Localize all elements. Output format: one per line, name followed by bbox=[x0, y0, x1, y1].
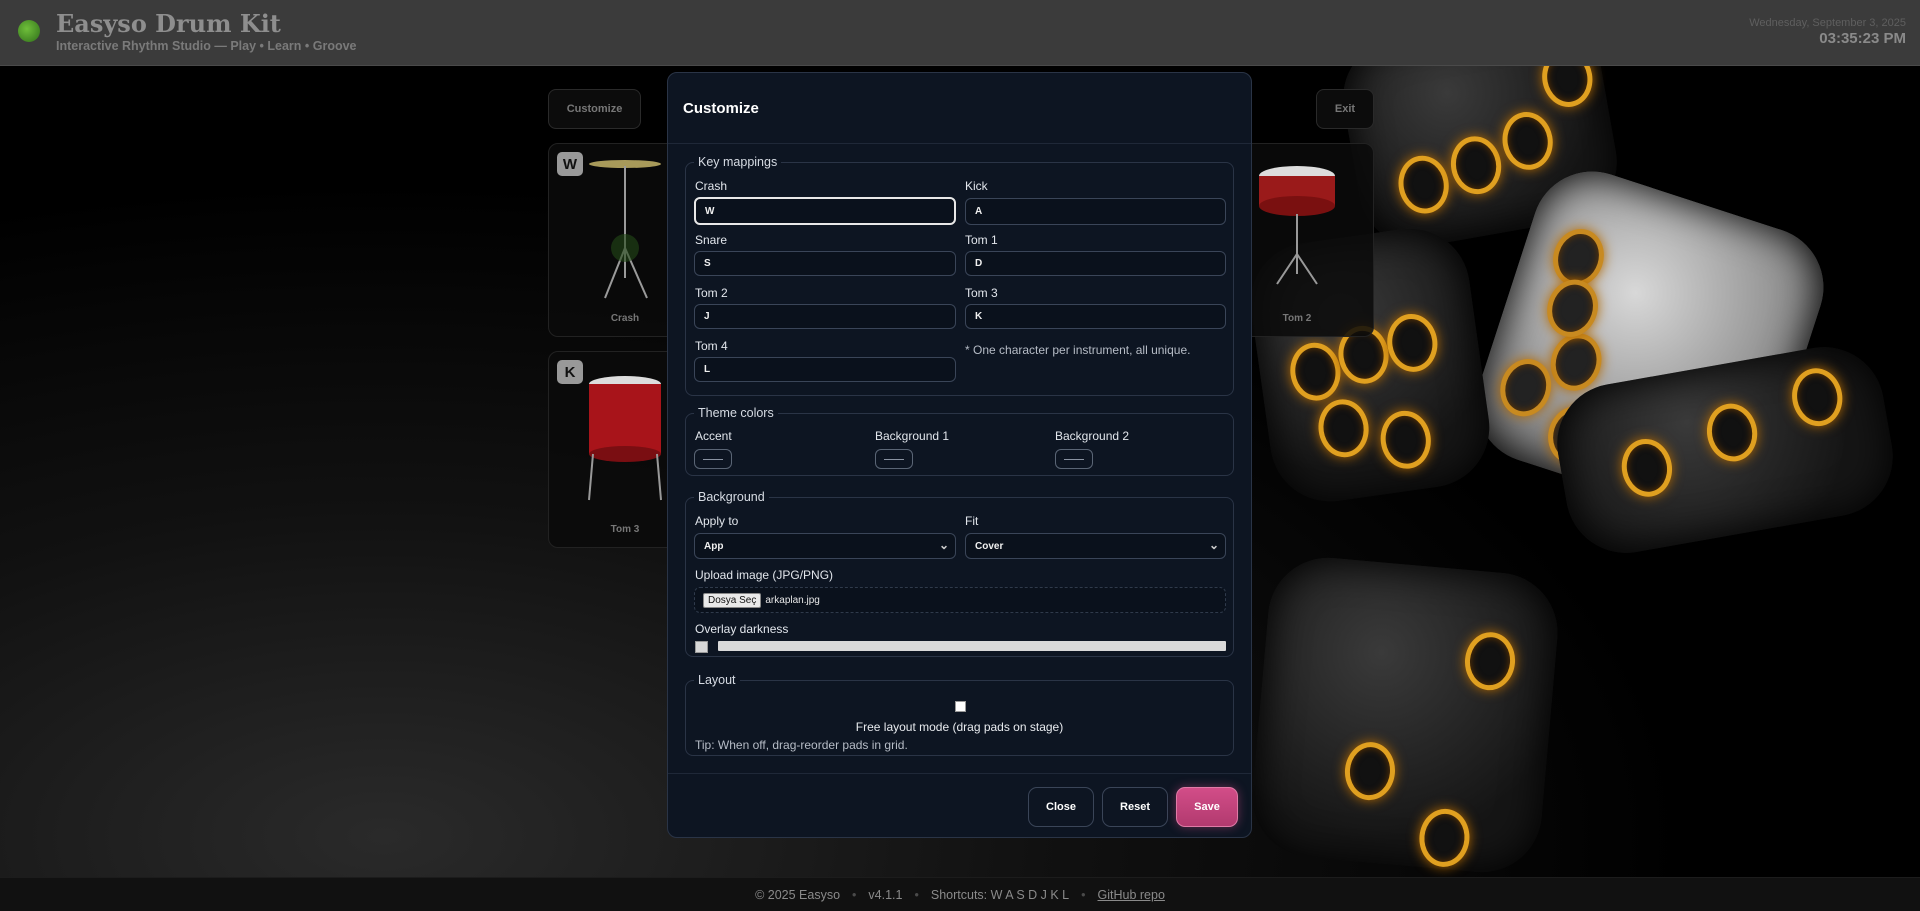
app-header: Easyso Drum Kit Interactive Rhythm Studi… bbox=[0, 0, 1920, 66]
copyright-text: © 2025 Easyso bbox=[755, 887, 841, 902]
crash-key-input[interactable]: W bbox=[694, 197, 956, 225]
layout-tip: Tip: When off, drag-reorder pads in grid… bbox=[695, 738, 908, 752]
background-2-color-picker[interactable] bbox=[1055, 449, 1093, 469]
separator-dot: • bbox=[852, 887, 857, 902]
label-tom3: Tom 3 bbox=[965, 286, 998, 300]
label-upload-image: Upload image (JPG/PNG) bbox=[695, 568, 834, 582]
group-legend: Key mappings bbox=[698, 155, 778, 169]
file-name: arkaplan.jpg bbox=[765, 594, 820, 606]
customize-modal: Customize Key mappings Crash W Kick A Sn… bbox=[667, 72, 1252, 838]
label-accent: Accent bbox=[695, 429, 732, 443]
apply-to-value: App bbox=[704, 540, 724, 552]
key-mapping-note: * One character per instrument, all uniq… bbox=[965, 343, 1191, 357]
group-legend: Background bbox=[698, 490, 765, 504]
save-button[interactable]: Save bbox=[1176, 787, 1238, 827]
tom4-key-input[interactable]: L bbox=[694, 357, 956, 382]
reset-button[interactable]: Reset bbox=[1102, 787, 1168, 827]
close-button[interactable]: Close bbox=[1028, 787, 1094, 827]
separator-dot: • bbox=[1081, 887, 1086, 902]
github-repo-link[interactable]: GitHub repo bbox=[1098, 888, 1165, 902]
app-title: Easyso Drum Kit bbox=[56, 9, 281, 38]
version-text: v4.1.1 bbox=[868, 887, 903, 902]
exit-button[interactable]: Exit bbox=[1316, 89, 1374, 129]
fit-select[interactable]: Cover ⌄ bbox=[965, 533, 1226, 559]
clock-display: 03:35:23 PM bbox=[1819, 30, 1906, 47]
app-footer: © 2025 Easyso • v4.1.1 • Shortcuts: W A … bbox=[0, 877, 1920, 911]
label-overlay-darkness: Overlay darkness bbox=[695, 622, 789, 636]
overlay-darkness-slider-thumb[interactable] bbox=[695, 641, 708, 653]
label-background-2: Background 2 bbox=[1055, 429, 1130, 443]
chevron-down-icon: ⌄ bbox=[1208, 538, 1219, 552]
label-tom1: Tom 1 bbox=[965, 233, 998, 247]
free-layout-label: Free layout mode (drag pads on stage) bbox=[855, 720, 1064, 734]
label-tom4: Tom 4 bbox=[695, 339, 728, 353]
group-legend: Theme colors bbox=[698, 406, 774, 420]
drum-logo-icon bbox=[18, 20, 40, 42]
background-1-color-picker[interactable] bbox=[875, 449, 913, 469]
group-legend: Layout bbox=[698, 673, 736, 687]
tom2-key-input[interactable]: J bbox=[694, 304, 956, 329]
label-crash: Crash bbox=[695, 179, 728, 193]
label-apply-to: Apply to bbox=[695, 514, 739, 528]
accent-color-picker[interactable] bbox=[694, 449, 732, 469]
chevron-down-icon: ⌄ bbox=[938, 538, 949, 552]
separator-dot: • bbox=[914, 887, 919, 902]
divider bbox=[668, 143, 1251, 144]
label-kick: Kick bbox=[965, 179, 988, 193]
theme-colors-group: Theme colors bbox=[685, 406, 1234, 476]
app-subtitle: Interactive Rhythm Studio — Play • Learn… bbox=[56, 39, 357, 53]
divider bbox=[668, 773, 1251, 774]
die-bottom bbox=[1247, 552, 1563, 877]
modal-title: Customize bbox=[683, 100, 759, 117]
date-display: Wednesday, September 3, 2025 bbox=[1749, 17, 1906, 29]
label-background-1: Background 1 bbox=[875, 429, 950, 443]
kick-key-input[interactable]: A bbox=[965, 198, 1226, 225]
free-layout-checkbox[interactable] bbox=[955, 701, 966, 712]
tom3-key-input[interactable]: K bbox=[965, 304, 1226, 329]
apply-to-select[interactable]: App ⌄ bbox=[694, 533, 956, 559]
choose-file-button[interactable]: Dosya Seç bbox=[703, 592, 762, 608]
label-fit: Fit bbox=[965, 514, 979, 528]
tom1-key-input[interactable]: D bbox=[965, 251, 1226, 276]
fit-value: Cover bbox=[975, 540, 1004, 552]
label-tom2: Tom 2 bbox=[695, 286, 728, 300]
shortcuts-text: Shortcuts: W A S D J K L bbox=[930, 887, 1070, 902]
upload-image-input[interactable]: Dosya Seç arkaplan.jpg bbox=[694, 587, 1226, 613]
overlay-darkness-slider[interactable] bbox=[718, 641, 1226, 651]
snare-key-input[interactable]: S bbox=[694, 251, 956, 276]
customize-button[interactable]: Customize bbox=[548, 89, 641, 129]
label-snare: Snare bbox=[695, 233, 728, 247]
